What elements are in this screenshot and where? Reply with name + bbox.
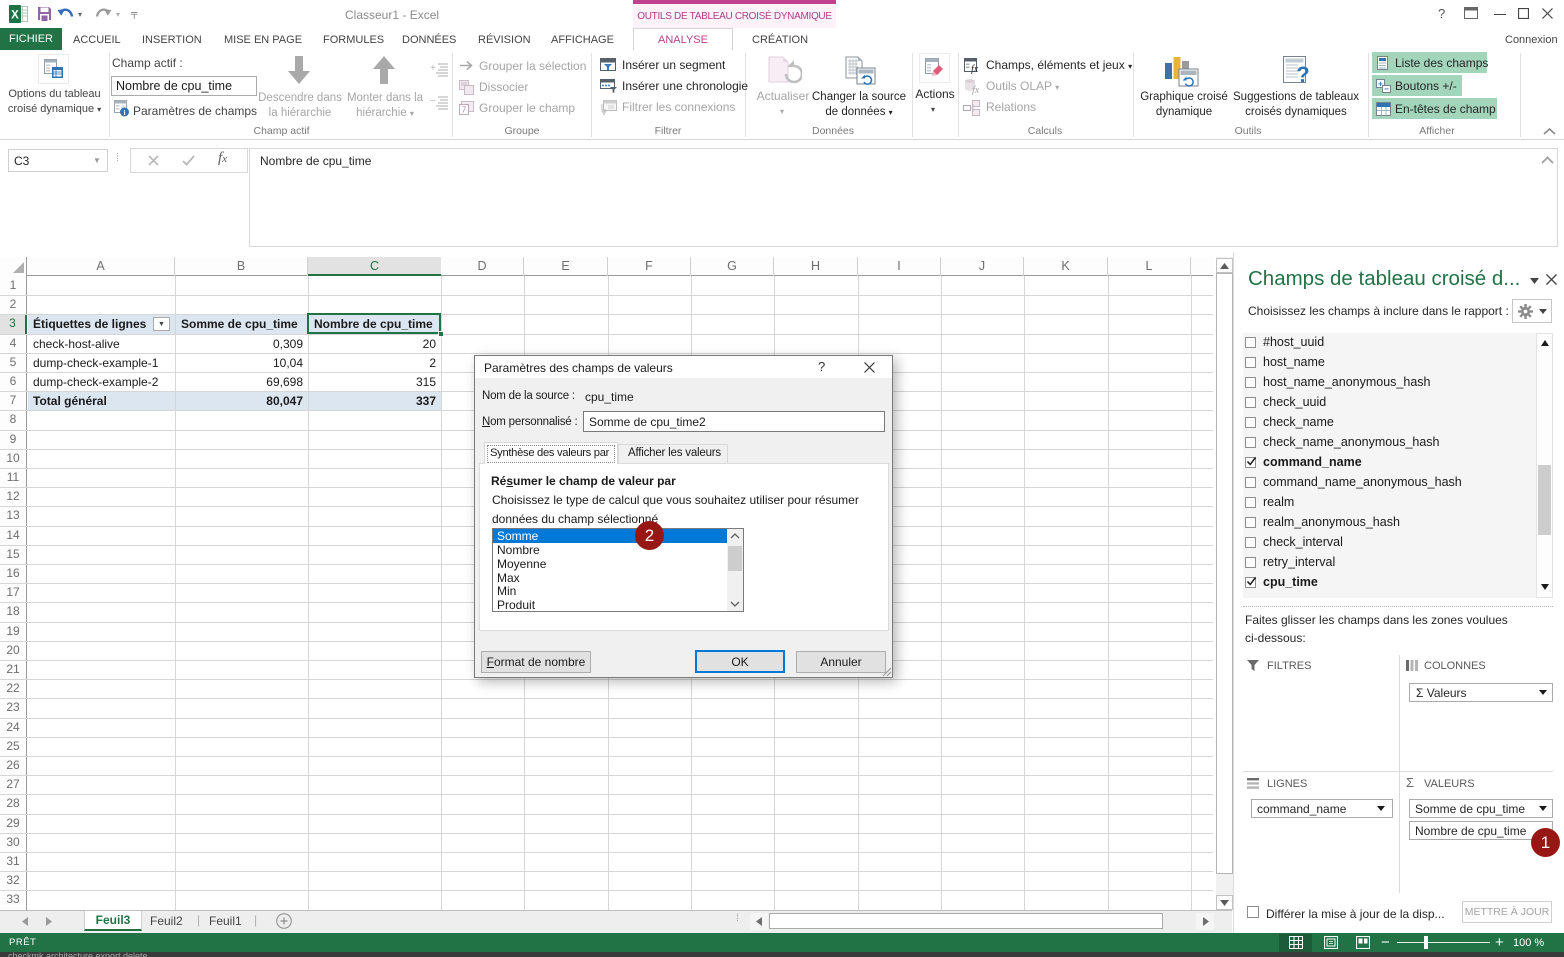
svg-text:−: −: [430, 96, 436, 107]
svg-text:fx: fx: [972, 85, 980, 95]
svg-text:i: i: [123, 108, 125, 117]
svg-text:7: 7: [462, 106, 467, 115]
svg-text:X: X: [11, 10, 19, 22]
svg-text:fx: fx: [971, 64, 979, 74]
svg-text:?: ?: [1296, 62, 1309, 87]
svg-text:+: +: [430, 63, 436, 74]
svg-text:−: −: [1384, 85, 1389, 94]
